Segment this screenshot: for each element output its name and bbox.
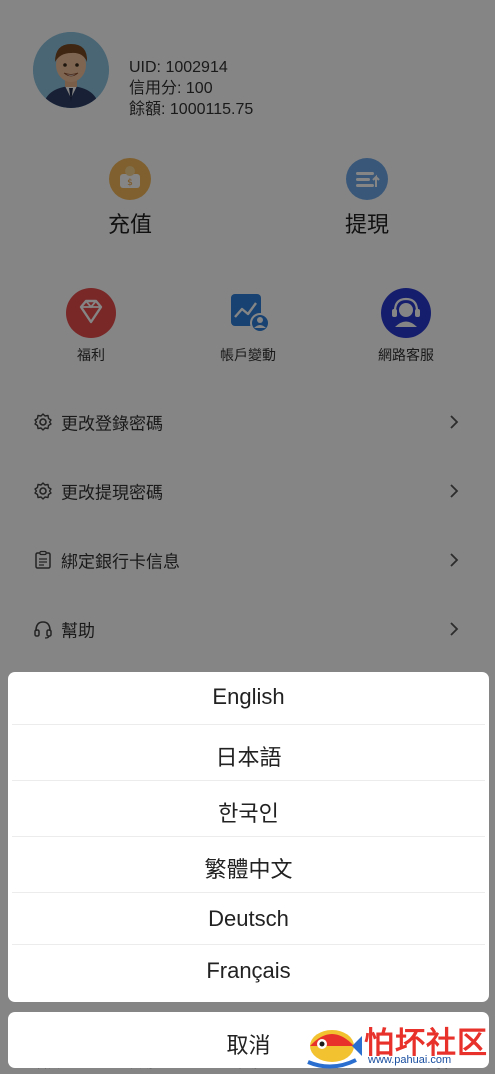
watermark-url: www.pahuai.com: [368, 1054, 452, 1066]
language-option-english[interactable]: English: [8, 684, 489, 710]
divider: [12, 944, 485, 945]
language-action-sheet: English 日本語 한국인 繁體中文 Deutsch Français: [8, 672, 489, 1002]
fish-logo-icon: [307, 1030, 362, 1069]
watermark-logo: 怕坏社区 www.pahuai.com: [302, 1016, 490, 1072]
language-option-german[interactable]: Deutsch: [8, 906, 489, 932]
language-option-traditional-chinese[interactable]: 繁體中文: [8, 852, 489, 884]
language-option-korean[interactable]: 한국인: [8, 796, 489, 828]
divider: [12, 780, 485, 781]
divider: [12, 892, 485, 893]
language-option-japanese[interactable]: 日本語: [8, 740, 489, 772]
divider: [12, 836, 485, 837]
divider: [12, 724, 485, 725]
language-option-french[interactable]: Français: [8, 958, 489, 984]
